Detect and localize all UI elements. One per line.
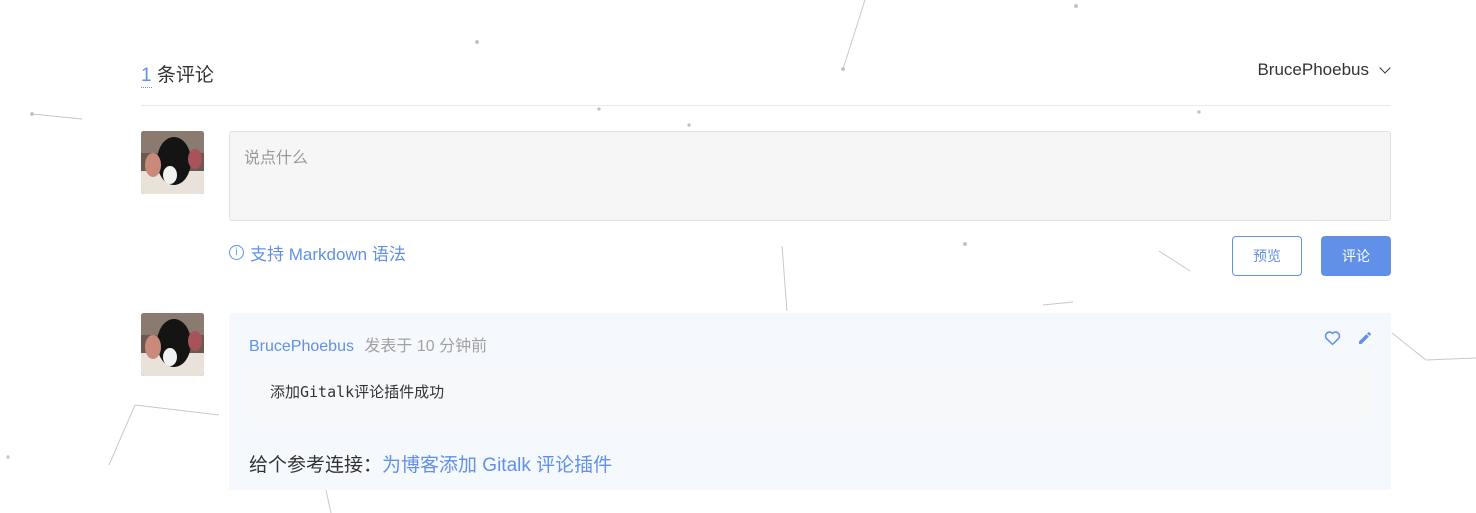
preview-button[interactable]: 预览 xyxy=(1232,236,1302,276)
submit-comment-button[interactable]: 评论 xyxy=(1321,236,1391,276)
comment-count: 1 条评论 xyxy=(141,60,214,88)
gitalk-container: 1 条评论 BrucePhoebus i 支持 Markdown 语法 预览 评… xyxy=(0,0,1476,513)
comment-reference-link[interactable]: 为博客添加 Gitalk 评论插件 xyxy=(382,455,612,476)
comment-reference-prefix: 给个参考连接： xyxy=(249,455,383,476)
comment-reference: 给个参考连接：为博客添加 Gitalk 评论插件 xyxy=(249,450,612,477)
avatar-image xyxy=(141,131,204,194)
comment-code-block: 添加Gitalk评论插件成功 xyxy=(249,367,1371,423)
avatar[interactable] xyxy=(141,131,204,194)
heart-icon[interactable] xyxy=(1324,330,1341,351)
comment-actions xyxy=(1324,330,1373,351)
comment-posted-label: 发表于 xyxy=(364,338,413,355)
info-icon: i xyxy=(229,245,244,260)
comment-avatar[interactable] xyxy=(141,313,204,376)
comment-time: 10 分钟前 xyxy=(416,338,488,355)
chevron-down-icon xyxy=(1379,62,1391,74)
comment-count-link[interactable]: 1 xyxy=(141,65,152,88)
comments-header: 1 条评论 BrucePhoebus xyxy=(141,58,1391,106)
user-name: BrucePhoebus xyxy=(1257,60,1369,79)
comment-author-link[interactable]: BrucePhoebus xyxy=(249,338,354,355)
user-menu[interactable]: BrucePhoebus xyxy=(1257,60,1391,80)
markdown-tip-label: 支持 Markdown 语法 xyxy=(250,245,406,264)
markdown-tip-link[interactable]: i 支持 Markdown 语法 xyxy=(229,240,406,265)
comment-textarea[interactable] xyxy=(229,131,1391,221)
comment-avatar-image xyxy=(141,313,204,376)
comment-card: BrucePhoebus 发表于 10 分钟前 添加Gitalk评论插件成功 给… xyxy=(229,313,1391,490)
pencil-icon[interactable] xyxy=(1357,330,1373,351)
comment-count-label: 条评论 xyxy=(156,65,214,86)
comment-header: BrucePhoebus 发表于 10 分钟前 xyxy=(249,332,487,356)
